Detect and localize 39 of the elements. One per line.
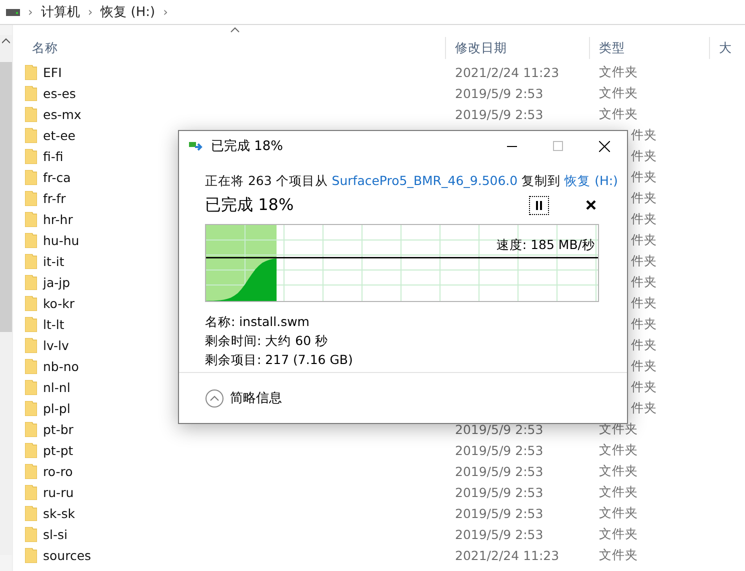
file-type: 件夹 — [631, 190, 657, 207]
speed-label: 速度: 185 MB/秒 — [496, 237, 595, 254]
modified-date: 2019/5/9 2:53 — [454, 107, 544, 122]
file-type: 件夹 — [631, 253, 657, 270]
file-type: 文件夹 — [599, 106, 638, 123]
file-type: 件夹 — [631, 211, 657, 228]
file-type: 文件夹 — [599, 85, 638, 102]
file-type: 件夹 — [631, 127, 657, 144]
modified-date: 2019/5/9 2:53 — [454, 506, 544, 521]
file-type: 文件夹 — [599, 64, 638, 81]
file-type: 件夹 — [631, 400, 657, 417]
detail-text: 剩余时间: 大约 60 秒 — [205, 333, 330, 350]
file-type: 件夹 — [631, 232, 657, 249]
modified-date: 2021/2/24 11:23 — [454, 65, 560, 80]
modified-date: 2019/5/9 2:53 — [454, 464, 544, 479]
detail-text: 名称: install.swm — [205, 314, 310, 331]
modified-date: 2019/5/9 2:53 — [454, 422, 544, 437]
file-type: 件夹 — [631, 316, 657, 333]
dialog-title: 已完成 18% — [211, 138, 284, 155]
file-type: 文件夹 — [599, 463, 638, 480]
detail-text: 剩余项目: 217 (7.16 GB) — [205, 352, 354, 369]
file-type: 文件夹 — [599, 484, 638, 501]
modified-date: 2019/5/9 2:53 — [454, 443, 544, 458]
file-type: 件夹 — [631, 337, 657, 354]
file-type: 文件夹 — [599, 526, 638, 543]
file-type: 件夹 — [631, 295, 657, 312]
modified-date: 2019/5/9 2:53 — [454, 485, 544, 500]
file-type: 文件夹 — [599, 547, 638, 564]
modified-date: 2019/5/9 2:53 — [454, 86, 544, 101]
file-type: 件夹 — [631, 274, 657, 291]
modified-date: 2021/2/24 11:23 — [454, 548, 560, 563]
file-type: 件夹 — [631, 358, 657, 375]
file-type: 件夹 — [631, 148, 657, 165]
modified-date: 2019/5/9 2:53 — [454, 527, 544, 542]
file-type: 文件夹 — [599, 505, 638, 522]
progress-heading: 已完成 18% — [205, 194, 295, 216]
file-type: 件夹 — [631, 379, 657, 396]
file-type: 文件夹 — [599, 442, 638, 459]
file-type: 件夹 — [631, 169, 657, 186]
